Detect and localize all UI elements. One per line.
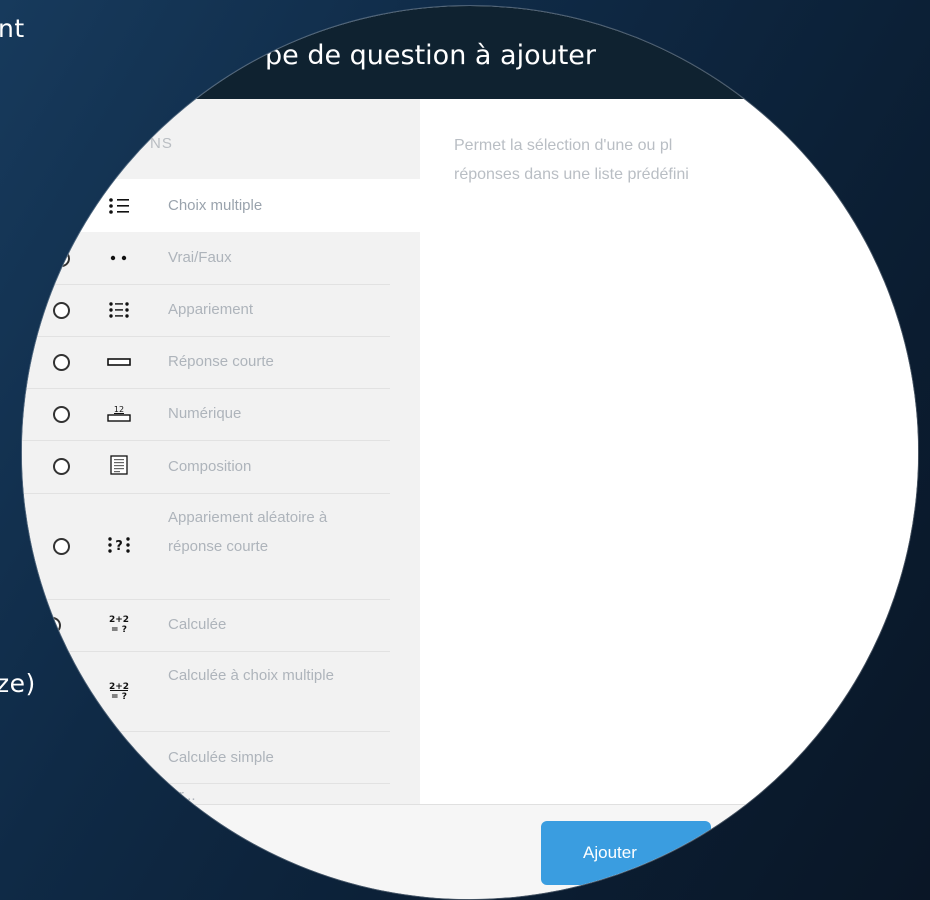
radio-button[interactable] <box>53 250 70 267</box>
svg-text:= ?: = ? <box>111 692 127 702</box>
option-label: Réponse courte <box>168 353 274 370</box>
question-chooser-dialog: pe de question à ajouter NS Choix multip… <box>22 6 918 899</box>
option-calculee-simple[interactable]: Calculée simple <box>22 731 390 784</box>
option-numerique[interactable]: 12 Numérique <box>22 388 390 441</box>
option-label: Appariement <box>168 301 254 318</box>
option-label: Vrai/Faux <box>168 249 232 266</box>
svg-text:?: ? <box>115 539 123 554</box>
option-label: Choix multiple <box>168 197 263 214</box>
radio-button[interactable] <box>53 406 70 423</box>
matching-icon <box>104 298 134 322</box>
svg-text:12: 12 <box>114 405 124 414</box>
option-choix-multiple[interactable]: Choix multiple <box>22 179 420 232</box>
radio-button[interactable] <box>53 354 70 371</box>
svg-text:2+2: 2+2 <box>109 615 129 625</box>
option-label: Appariement aléatoire à réponse courte <box>168 509 328 555</box>
essay-icon <box>104 453 134 477</box>
option-composition[interactable]: Composition <box>22 440 390 494</box>
question-type-list[interactable]: NS Choix multiple Vrai/Faux Appariement … <box>22 99 420 804</box>
numerical-icon: 12 <box>104 401 134 425</box>
radio-button[interactable] <box>44 617 61 634</box>
option-label: Cr... <box>168 787 196 804</box>
description-line-2: réponses dans une liste prédéfini <box>454 166 689 183</box>
option-cut-off[interactable]: Cr... <box>22 783 390 804</box>
option-label: Calculée à choix multiple <box>168 667 334 684</box>
dialog-header: pe de question à ajouter <box>22 6 918 99</box>
calculatedmulti-icon: 2+2 = ? <box>104 679 134 703</box>
option-label: Calculée simple <box>168 749 274 766</box>
option-description: Permet la sélection d'une ou pl réponses… <box>454 131 814 189</box>
option-label: Composition <box>168 458 252 475</box>
radio-button[interactable] <box>53 458 70 475</box>
option-calculee[interactable]: 2+2 = ? Calculée <box>22 599 390 652</box>
description-pane: Permet la sélection d'une ou pl réponses… <box>420 99 918 804</box>
shortanswer-icon <box>104 350 134 374</box>
option-reponse-courte[interactable]: Réponse courte <box>22 336 390 389</box>
radio-button[interactable] <box>53 538 70 555</box>
option-appariement-aleatoire[interactable]: ? Appariement aléatoire à réponse courte <box>22 493 390 600</box>
description-line-1: Permet la sélection d'une ou pl <box>454 137 673 154</box>
option-label: Numérique <box>168 405 242 422</box>
option-calculee-choix-multiple[interactable]: 2+2 = ? Calculée à choix multiple <box>22 651 390 732</box>
section-label: NS <box>150 135 173 152</box>
magnifier-lens: pe de question à ajouter NS Choix multip… <box>22 6 918 899</box>
option-appariement[interactable]: Appariement <box>22 284 390 337</box>
svg-text:= ?: = ? <box>111 625 127 635</box>
option-vrai-faux[interactable]: Vrai/Faux <box>22 232 390 285</box>
dialog-title: pe de question à ajouter <box>265 40 597 71</box>
randomsamatch-icon: ? <box>104 533 134 557</box>
dialog-footer: Ajouter <box>22 804 918 899</box>
calculated-icon: 2+2 = ? <box>104 612 134 636</box>
option-label: Calculée <box>168 616 227 633</box>
add-button[interactable]: Ajouter <box>541 821 711 885</box>
multichoice-icon <box>104 194 134 218</box>
background-text-top: nt <box>0 14 25 43</box>
radio-button[interactable] <box>53 302 70 319</box>
truefalse-icon <box>104 246 134 270</box>
